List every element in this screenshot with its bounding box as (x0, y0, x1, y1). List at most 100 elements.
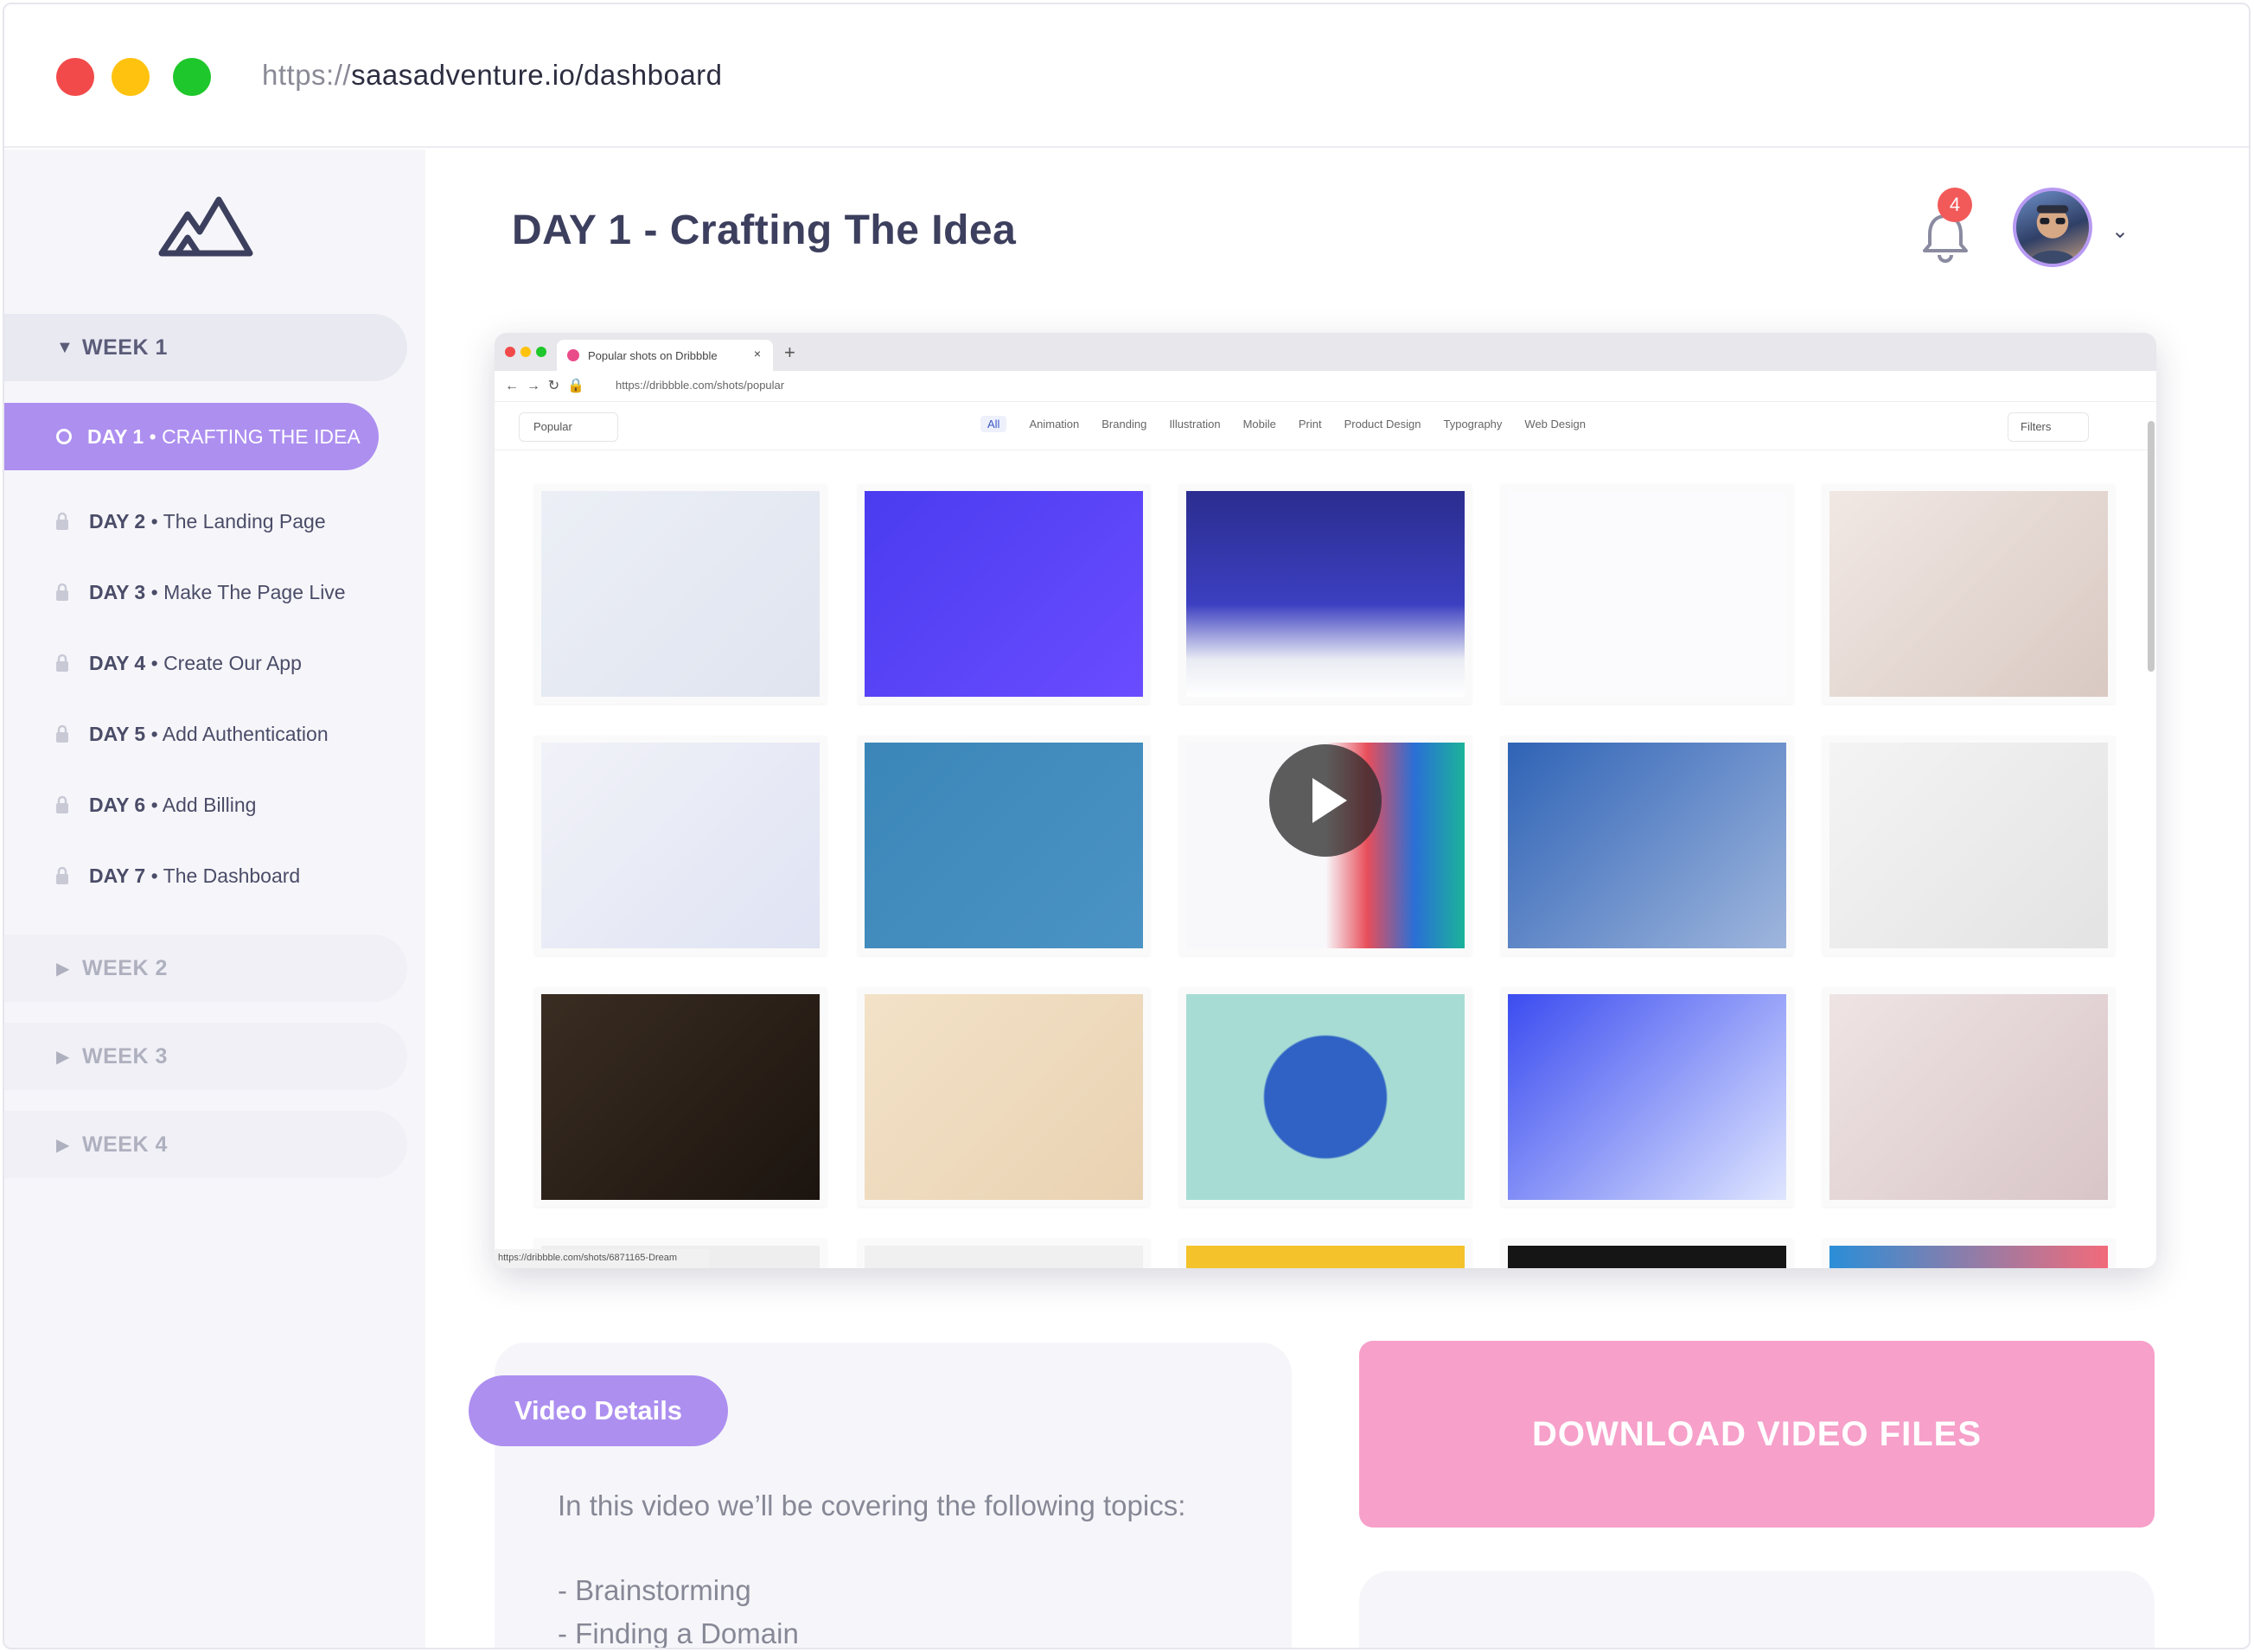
video-browser-tab: Popular shots on Dribbble × (557, 340, 773, 371)
shot-thumbnail (1179, 987, 1472, 1207)
day-separator: • (145, 864, 163, 887)
video-green-dot (536, 347, 546, 357)
sidebar: ▼ WEEK 1 DAY 1 • CRAFTING THE IDEA DAY 2… (4, 150, 425, 1648)
shot-thumbnail (1501, 1239, 1793, 1268)
video-filter-bar: Popular All Animation Branding Illustrat… (495, 402, 2156, 450)
close-window-button[interactable] (56, 58, 94, 96)
week-4-toggle[interactable]: ▶ WEEK 4 (4, 1111, 407, 1178)
week-3-toggle[interactable]: ▶ WEEK 3 (4, 1023, 407, 1090)
topic-item: - Finding a Domain (558, 1617, 799, 1649)
category-item: All (980, 416, 1007, 432)
day-separator: • (145, 793, 163, 816)
video-yellow-dot (520, 347, 531, 357)
shot-thumbnail (534, 736, 827, 955)
shot-thumbnail (1501, 484, 1793, 704)
day-prefix: DAY 5 (89, 722, 146, 745)
category-list: All Animation Branding Illustration Mobi… (980, 416, 1586, 432)
day-1-item[interactable]: DAY 1 • CRAFTING THE IDEA (4, 403, 379, 470)
day-separator: • (145, 509, 163, 533)
week-label: WEEK 3 (82, 1043, 168, 1068)
url-scheme: https:// (262, 59, 352, 91)
video-url: https://dribbble.com/shots/popular (616, 379, 785, 392)
close-tab-icon: × (753, 347, 761, 360)
lock-icon (56, 583, 68, 601)
lock-icon (56, 866, 68, 884)
lower-card (1359, 1571, 2155, 1648)
download-video-files-button[interactable]: DOWNLOAD VIDEO FILES (1359, 1341, 2155, 1528)
minimize-window-button[interactable] (112, 58, 150, 96)
day-prefix: DAY 6 (89, 793, 146, 816)
day-label: DAY 1 • CRAFTING THE IDEA (87, 425, 361, 449)
week-label: WEEK 4 (82, 1132, 168, 1157)
day-3-item[interactable]: DAY 3 • Make The Page Live (54, 575, 346, 609)
day-7-item[interactable]: DAY 7 • The Dashboard (54, 858, 300, 893)
caret-down-icon: ▼ (56, 337, 73, 357)
day-prefix: DAY 1 (87, 424, 144, 448)
url-path: saasadventure.io/dashboard (351, 59, 723, 91)
new-tab-icon: + (784, 341, 795, 363)
day-5-item[interactable]: DAY 5 • Add Authentication (54, 717, 329, 751)
category-item: Mobile (1242, 418, 1276, 431)
shot-thumbnail (534, 987, 827, 1207)
shot-thumbnail (858, 484, 1150, 704)
page-title: DAY 1 - Crafting The Idea (512, 207, 1017, 253)
dribbble-icon (567, 349, 579, 361)
lock-icon (56, 795, 68, 813)
day-label: DAY 7 • The Dashboard (89, 864, 300, 888)
chevron-down-icon[interactable]: ⌄ (2111, 219, 2129, 244)
details-intro: In this video we’ll be covering the foll… (558, 1489, 1186, 1521)
video-player[interactable]: Popular shots on Dribbble × + ← → ↻ 🔒 ht… (495, 333, 2156, 1268)
play-button[interactable] (1269, 744, 1382, 857)
day-title: The Landing Page (163, 509, 326, 533)
day-title: Create Our App (163, 651, 302, 674)
video-address-bar: ← → ↻ 🔒 https://dribbble.com/shots/popul… (495, 371, 2156, 402)
day-prefix: DAY 2 (89, 509, 146, 533)
day-label: DAY 3 • Make The Page Live (89, 581, 346, 604)
shot-thumbnail (1501, 736, 1793, 955)
shot-thumbnail (1823, 1239, 2115, 1268)
browser-nav-icons: ← → ↻ 🔒 (505, 379, 584, 393)
video-status-url: https://dribbble.com/shots/6871165-Dream (495, 1249, 709, 1268)
day-title: Add Billing (162, 793, 257, 816)
caret-right-icon: ▶ (56, 959, 70, 979)
shot-thumbnail (534, 484, 827, 704)
day-separator: • (145, 651, 164, 674)
day-title: Make The Page Live (163, 580, 346, 603)
shot-thumbnail (858, 736, 1150, 955)
maximize-window-button[interactable] (173, 58, 211, 96)
day-4-item[interactable]: DAY 4 • Create Our App (54, 646, 302, 680)
shot-thumbnail (858, 1239, 1150, 1268)
video-details-tab[interactable]: Video Details (469, 1375, 728, 1446)
category-item: Web Design (1524, 418, 1586, 431)
shot-thumbnail (1179, 1239, 1472, 1268)
lock-icon (56, 724, 68, 743)
category-item: Illustration (1169, 418, 1221, 431)
shot-thumbnail (1501, 987, 1793, 1207)
day-separator: • (145, 580, 164, 603)
category-item: Animation (1029, 418, 1080, 431)
day-title: CRAFTING THE IDEA (162, 424, 361, 448)
shot-thumbnail (1179, 484, 1472, 704)
popular-select: Popular (519, 412, 618, 442)
shot-thumbnail (858, 987, 1150, 1207)
caret-right-icon: ▶ (56, 1047, 70, 1067)
day-separator: • (145, 722, 163, 745)
shot-thumbnail (1823, 484, 2115, 704)
shot-thumbnail (1823, 987, 2115, 1207)
week-1-toggle[interactable]: ▼ WEEK 1 (4, 314, 407, 381)
category-item: Branding (1101, 418, 1147, 431)
day-6-item[interactable]: DAY 6 • Add Billing (54, 788, 256, 822)
avatar[interactable] (2013, 188, 2092, 267)
day-title: The Dashboard (163, 864, 301, 887)
mountain-logo-icon[interactable] (158, 193, 253, 258)
day-label: DAY 4 • Create Our App (89, 652, 302, 675)
week-2-toggle[interactable]: ▶ WEEK 2 (4, 934, 407, 1002)
day-2-item[interactable]: DAY 2 • The Landing Page (54, 504, 326, 539)
lock-icon (56, 654, 68, 672)
video-red-dot (505, 347, 515, 357)
video-scrollbar (2148, 421, 2155, 672)
address-bar[interactable]: https://saasadventure.io/dashboard (262, 59, 723, 92)
week-label: WEEK 1 (82, 335, 168, 360)
day-prefix: DAY 4 (89, 651, 146, 674)
day-title: Add Authentication (162, 722, 329, 745)
